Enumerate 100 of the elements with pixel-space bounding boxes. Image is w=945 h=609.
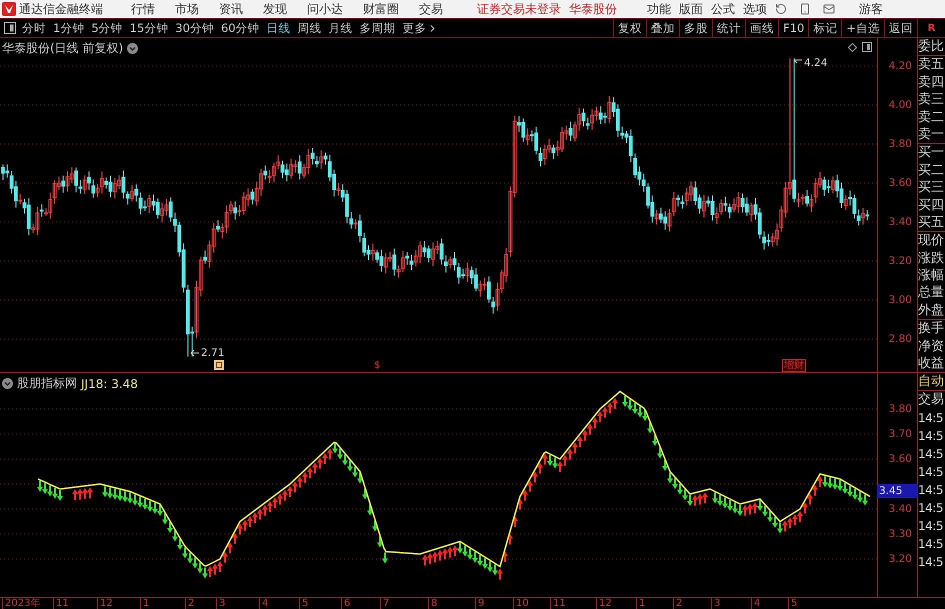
indicator-value: JJ18: 3.48: [81, 376, 138, 390]
axis-tick-label: 3.20: [888, 255, 912, 267]
axis-tick-label: 3.20: [888, 553, 912, 565]
trade-time: 14:5: [918, 518, 944, 536]
toolbar-button[interactable]: 画线: [745, 19, 778, 37]
trade-time: 14:5: [918, 554, 944, 572]
quote-field-label: 买四: [918, 196, 945, 214]
axis-tick-label: 3.60: [888, 453, 912, 465]
date-axis-label: 1: [636, 598, 646, 609]
date-axis-label: 3: [216, 598, 226, 609]
menu-item[interactable]: 财富圈: [363, 0, 399, 18]
dropdown-icon[interactable]: [2, 378, 13, 389]
menu-item[interactable]: 版面: [679, 0, 703, 18]
date-axis-label: 11: [550, 598, 566, 609]
quote-field-label: 卖二: [918, 108, 945, 126]
axis-tick-label: 3.70: [888, 428, 912, 440]
mode-label[interactable]: 自动: [918, 373, 945, 390]
diamond-icon[interactable]: [848, 43, 857, 52]
trade-time: 14:5: [918, 500, 944, 518]
quote-field-label: 收益: [918, 355, 945, 372]
quote-field-label: 现价: [918, 232, 945, 250]
menu-item[interactable]: 交易: [419, 0, 443, 18]
axis-tick-label: 3.00: [888, 294, 912, 306]
quote-field-label: 卖一: [918, 126, 945, 144]
toolbar-button[interactable]: 统计: [712, 19, 746, 37]
date-axis-label: 10: [513, 598, 529, 609]
menu-item[interactable]: 资讯: [219, 0, 243, 18]
period-tab[interactable]: 15分钟: [130, 19, 168, 37]
period-tab[interactable]: 分时: [22, 19, 46, 37]
toolbar-button[interactable]: +自选: [841, 19, 884, 37]
event-badge[interactable]: 增财: [782, 359, 806, 372]
trade-time: 14:5: [918, 536, 944, 554]
period-tab[interactable]: 日线: [266, 19, 291, 37]
trade-time: 14:5: [918, 464, 944, 482]
axis-tick-label: 3.40: [888, 216, 912, 228]
menu-item[interactable]: 行情: [131, 0, 155, 18]
event-icon[interactable]: [214, 360, 224, 370]
trade-time: 14:5: [918, 482, 944, 500]
date-axis-label: 4: [259, 598, 268, 609]
refresh-icon[interactable]: [775, 3, 787, 15]
broker-name: 华泰股份: [569, 0, 617, 18]
quote-field-label: 委比: [918, 38, 945, 56]
axis-tick-label: 3.30: [888, 528, 912, 540]
phone-icon[interactable]: [799, 3, 811, 15]
date-axis-label: 12: [97, 598, 113, 609]
period-tab[interactable]: 多周期: [360, 19, 396, 37]
axis-tick-label: 3.80: [888, 403, 912, 415]
quote-field-label: 涨跌: [918, 250, 945, 268]
mail-icon[interactable]: [823, 3, 835, 15]
trade-time: 14:5: [918, 446, 944, 464]
marker-label: R: [917, 19, 945, 37]
date-axis-label: 8: [428, 598, 438, 609]
menu-item[interactable]: 公式: [711, 0, 735, 18]
app-title: 通达信金融终端: [19, 0, 103, 18]
period-tab[interactable]: 5分钟: [91, 19, 123, 37]
dropdown-icon[interactable]: [127, 43, 138, 54]
period-tab[interactable]: 1分钟: [53, 19, 84, 37]
chart-title: 华泰股份(日线 前复权): [2, 40, 124, 57]
date-axis-label: 2: [673, 598, 682, 609]
panel-toggle-icon[interactable]: [862, 42, 872, 52]
quote-field-label: 买一: [918, 144, 945, 162]
quote-field-label: 总量: [918, 284, 945, 302]
date-axis-label: 5: [788, 598, 798, 609]
period-tab[interactable]: 更多: [402, 19, 438, 37]
axis-tick-label: 4.00: [888, 99, 912, 111]
date-axis-label: 4: [751, 598, 760, 609]
trade-time: 14:5: [918, 410, 944, 428]
quote-field-label: 净资: [918, 338, 945, 356]
menu-item[interactable]: 选项: [743, 0, 767, 18]
trade-label: 交易: [918, 391, 945, 410]
period-tab[interactable]: 月线: [328, 19, 353, 37]
panel-toggle-icon[interactable]: [4, 22, 16, 34]
event-marker[interactable]: $: [374, 360, 380, 371]
toolbar-button[interactable]: 多股: [679, 19, 712, 37]
quote-field-label: 买二: [918, 162, 945, 180]
axis-tick-label: 3.60: [888, 177, 912, 189]
period-tab[interactable]: 30分钟: [175, 19, 214, 37]
toolbar-button[interactable]: 返回: [884, 19, 917, 37]
user-name[interactable]: 游客: [859, 0, 883, 18]
axis-tick-label: 3.40: [888, 503, 912, 515]
menu-item[interactable]: 功能: [647, 0, 671, 18]
date-axis-label: 2: [185, 598, 194, 609]
date-axis-label: 3: [711, 598, 720, 609]
quote-field-label: 买三: [918, 179, 945, 197]
low-price-label: 2.71: [201, 347, 224, 359]
menu-item[interactable]: 市场: [175, 0, 199, 18]
toolbar-button[interactable]: 复权: [613, 19, 646, 37]
quote-field-label: 买五: [918, 214, 945, 232]
quote-field-label: 外盘: [918, 302, 945, 320]
date-axis-label: 7: [380, 598, 390, 609]
toolbar-button[interactable]: 叠加: [646, 19, 680, 37]
login-status[interactable]: 证券交易未登录: [477, 0, 561, 18]
menu-item[interactable]: 发现: [263, 0, 287, 18]
toolbar-button[interactable]: F10: [778, 19, 808, 37]
period-tab[interactable]: 60分钟: [220, 19, 260, 37]
period-tab[interactable]: 周线: [298, 19, 322, 37]
axis-tick-label: 3.80: [888, 138, 912, 150]
date-axis-label: 12: [596, 598, 612, 609]
menu-item[interactable]: 问小达: [307, 0, 343, 18]
toolbar-button[interactable]: 标记: [808, 19, 842, 37]
